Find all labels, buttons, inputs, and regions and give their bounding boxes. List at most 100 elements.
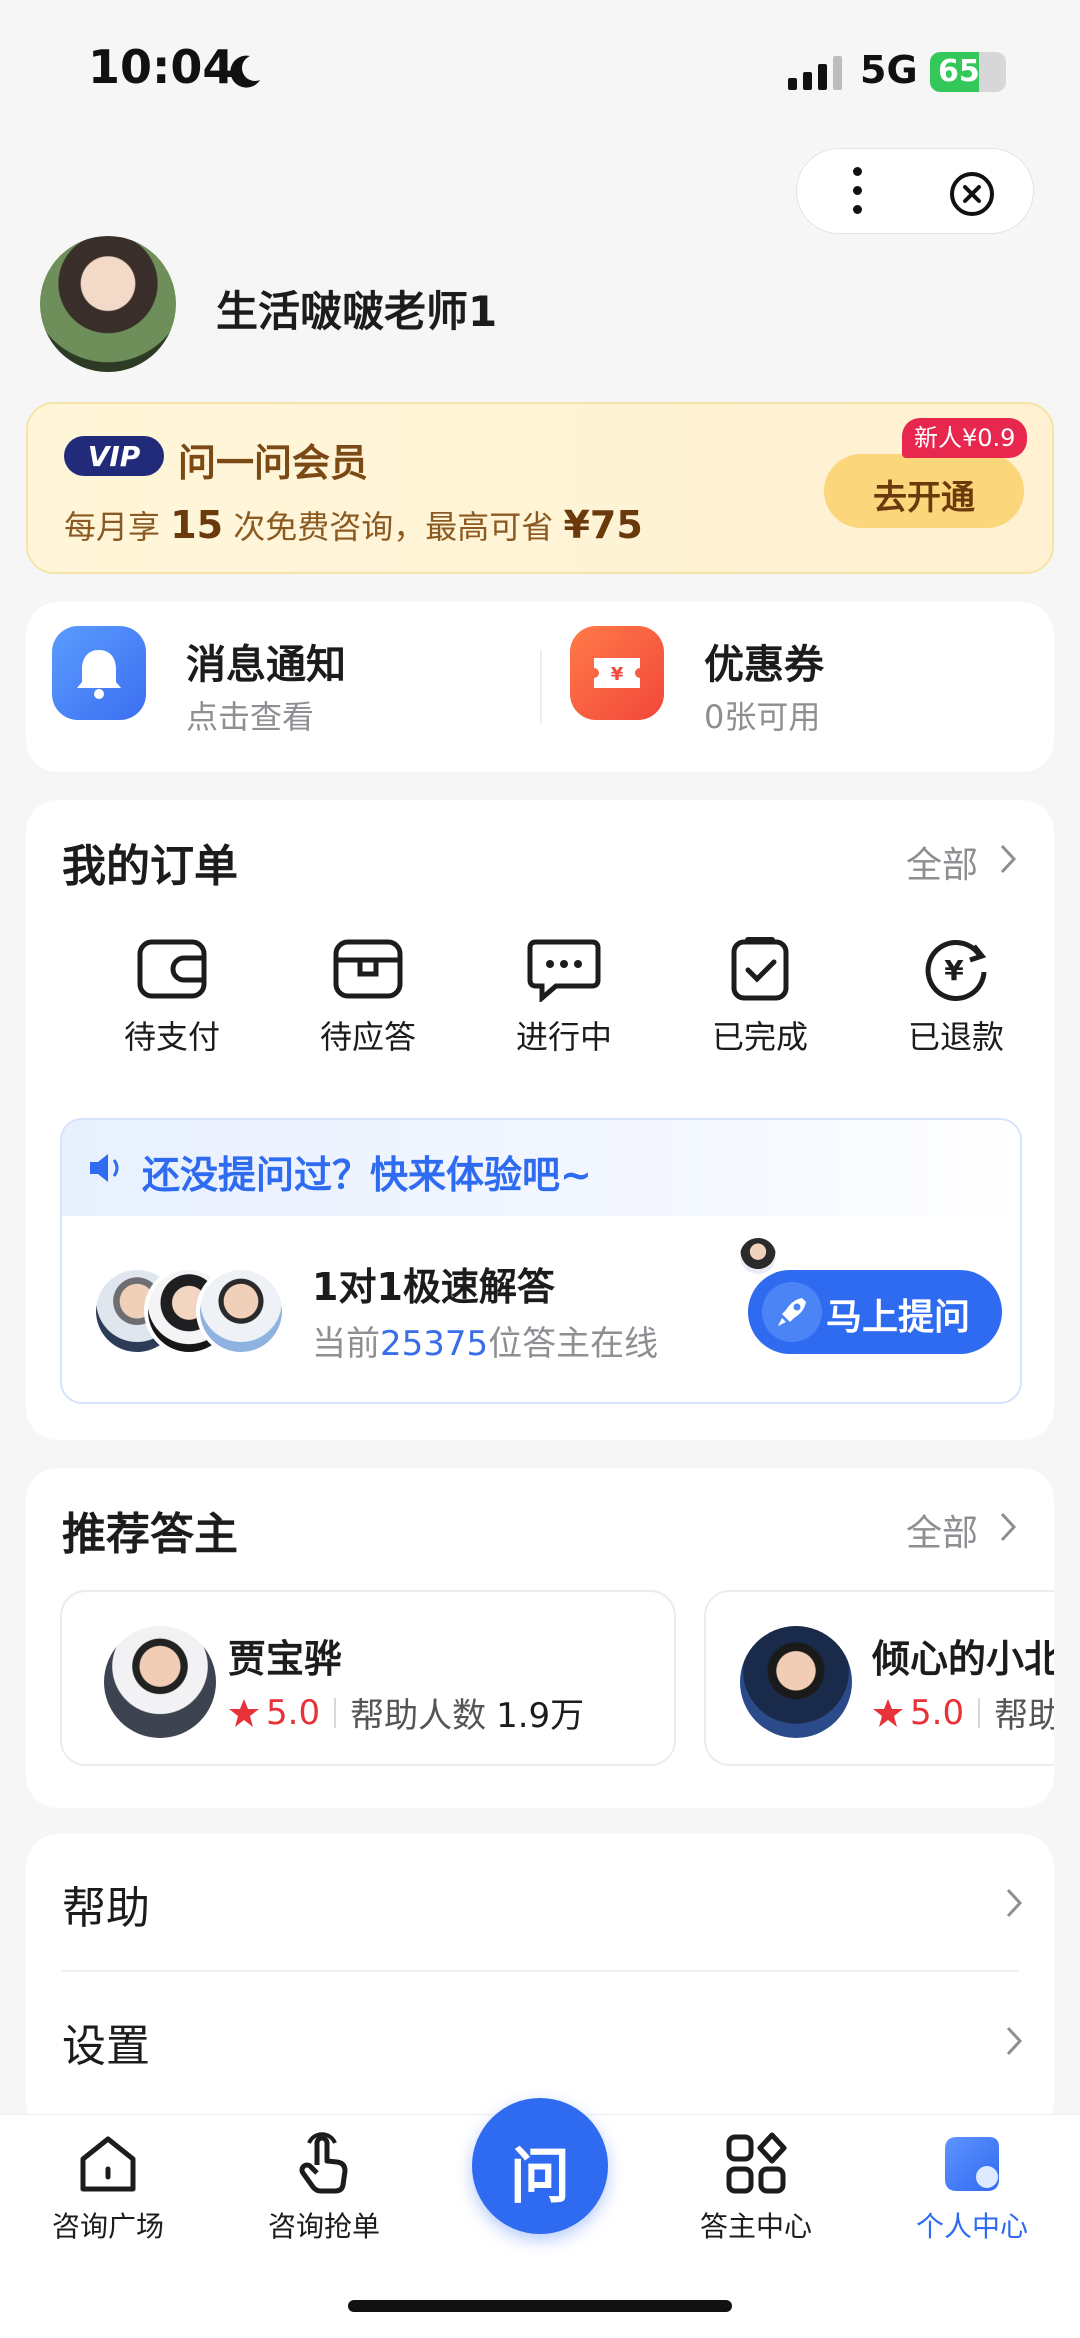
- orders-all-link[interactable]: 全部: [906, 836, 1026, 886]
- help-count: 1.9万: [496, 1696, 585, 1736]
- chat-icon: [527, 939, 601, 1002]
- home-indicator: [348, 2300, 732, 2312]
- vip-card[interactable]: VIP 问一问会员 每月享 15 次免费咨询，最高可省 ¥75 去开通 新人¥0…: [26, 402, 1054, 574]
- recommend-all-link[interactable]: 全部: [906, 1504, 1026, 1554]
- help-count-label: 帮助人数: [350, 1696, 487, 1736]
- chevron-right-icon: [1006, 1888, 1023, 1918]
- recommended-experts-card: 推荐答主 全部 贾宝骅 5.0 帮助人数 1.9万 倾心的小北 5.0 帮助人数: [26, 1468, 1054, 1808]
- tab-answerer-center[interactable]: 答主中心: [648, 2115, 864, 2255]
- network-label: 5G: [860, 48, 918, 92]
- expert-name: 倾心的小北: [872, 1637, 1054, 1681]
- profile-name[interactable]: 生活啵啵老师1: [216, 278, 497, 339]
- more-icon[interactable]: [853, 167, 863, 217]
- expert-stats: 5.0 帮助人数 1.9万: [228, 1688, 584, 1737]
- rocket-icon: [762, 1282, 822, 1342]
- order-completed[interactable]: 已完成: [680, 936, 840, 1066]
- orders-all-label: 全部: [906, 845, 979, 886]
- settings-label: 设置: [62, 2021, 150, 2072]
- ask-question-center-button[interactable]: 问: [472, 2098, 608, 2234]
- avatar: [740, 1626, 852, 1738]
- promo-header: 还没提问过？快来体验吧~: [62, 1120, 1020, 1216]
- tab-consult-grab[interactable]: 咨询抢单: [216, 2115, 432, 2255]
- expert-rating: 5.0: [266, 1692, 321, 1733]
- svg-text:¥: ¥: [944, 954, 964, 987]
- expert-rating: 5.0: [910, 1692, 965, 1733]
- tab-consult-square[interactable]: 咨询广场: [0, 2115, 216, 2255]
- inbox-icon: [333, 939, 403, 999]
- tab-label: 咨询抢单: [267, 2210, 380, 2243]
- quick-entry-card: 消息通知 点击查看 ¥ 优惠券 0张可用: [26, 602, 1054, 772]
- chevron-right-icon: [1006, 2026, 1023, 2056]
- avatar: [104, 1626, 216, 1738]
- capsule-menu: [796, 148, 1034, 234]
- signal-icon: [788, 56, 842, 90]
- notifications-title: 消息通知: [186, 642, 346, 688]
- online-count-text: 当前25375位答主在线: [312, 1324, 659, 1364]
- chevron-right-icon: [1000, 1512, 1017, 1542]
- clipboard-check-icon: [731, 937, 789, 1001]
- order-in-progress[interactable]: 进行中: [484, 936, 644, 1066]
- avatar[interactable]: [40, 236, 176, 372]
- help-count-label: 帮助人数: [994, 1696, 1054, 1736]
- home-icon: [80, 2136, 136, 2192]
- notifications-subtitle: 点击查看: [186, 698, 315, 736]
- status-time: 10:04: [88, 40, 235, 94]
- recommend-title: 推荐答主: [62, 1509, 238, 1560]
- vip-description: 每月享 15 次免费咨询，最高可省 ¥75: [64, 503, 643, 547]
- tab-label: 答主中心: [699, 2210, 812, 2243]
- battery-icon: 65: [930, 52, 1006, 92]
- close-icon[interactable]: [947, 169, 997, 219]
- order-label: 已完成: [711, 1018, 808, 1056]
- grid-icon: [726, 2132, 787, 2194]
- order-label: 待支付: [123, 1018, 220, 1056]
- order-label: 待应答: [319, 1018, 416, 1056]
- notifications-entry[interactable]: 消息通知 点击查看: [26, 602, 536, 772]
- vip-title: 问一问会员: [178, 441, 369, 485]
- star-icon: [873, 1698, 903, 1727]
- settings-list: 帮助 设置: [26, 1834, 1054, 2134]
- vip-badge: VIP: [64, 436, 164, 476]
- settings-row[interactable]: 设置: [26, 1972, 1054, 2108]
- orders-card: 我的订单 全部 待支付 待应答 进行中 已完成 ¥ 已退款 还没提问过？快来体验…: [26, 800, 1054, 1440]
- help-label: 帮助: [62, 1883, 150, 1934]
- tab-personal-center[interactable]: 个人中心: [864, 2115, 1080, 2255]
- svg-text:¥: ¥: [611, 664, 624, 685]
- expert-avatars: [92, 1266, 292, 1356]
- help-row[interactable]: 帮助: [26, 1834, 1054, 1970]
- promo-headline: 还没提问过？快来体验吧~: [142, 1153, 592, 1197]
- ask-now-button[interactable]: 马上提问: [748, 1270, 1002, 1354]
- tab-label: 咨询广场: [51, 2210, 164, 2243]
- order-label: 进行中: [515, 1018, 612, 1056]
- order-pending-payment[interactable]: 待支付: [92, 936, 252, 1066]
- coupon-subtitle: 0张可用: [704, 698, 821, 736]
- expert-card[interactable]: 倾心的小北 5.0 帮助人数: [704, 1590, 1054, 1766]
- recommend-all-label: 全部: [906, 1513, 979, 1554]
- expert-card[interactable]: 贾宝骅 5.0 帮助人数 1.9万: [60, 1590, 676, 1766]
- coupon-entry[interactable]: ¥ 优惠券 0张可用: [544, 602, 1054, 772]
- chevron-right-icon: [1000, 844, 1017, 874]
- bell-icon: [52, 626, 146, 720]
- first-question-promo[interactable]: 还没提问过？快来体验吧~ 1对1极速解答 当前25375位答主在线 马上提问: [60, 1118, 1022, 1404]
- coupon-icon: ¥: [570, 626, 664, 720]
- expert-name: 贾宝骅: [228, 1637, 343, 1681]
- tap-hand-icon: [299, 2132, 348, 2194]
- tab-label: 个人中心: [915, 2210, 1028, 2243]
- expert-stats: 5.0 帮助人数: [872, 1688, 1054, 1737]
- profile-icon: [945, 2137, 999, 2191]
- orders-title: 我的订单: [62, 841, 238, 892]
- speaker-icon: [90, 1154, 119, 1182]
- newcomer-tag: 新人¥0.9: [902, 418, 1028, 458]
- wallet-icon: [137, 939, 207, 999]
- battery-level: 65: [938, 54, 980, 89]
- promo-title: 1对1极速解答: [312, 1265, 555, 1309]
- order-refunded[interactable]: ¥ 已退款: [876, 936, 1036, 1066]
- avatar: [738, 1236, 778, 1276]
- vip-open-button[interactable]: 去开通: [824, 454, 1024, 528]
- order-label: 已退款: [907, 1018, 1004, 1056]
- order-awaiting-answer[interactable]: 待应答: [288, 936, 448, 1066]
- star-icon: [229, 1698, 259, 1727]
- refund-icon: ¥: [925, 940, 987, 1001]
- coupon-title: 优惠券: [704, 642, 824, 688]
- divider: [540, 650, 542, 724]
- moon-icon: [230, 55, 260, 88]
